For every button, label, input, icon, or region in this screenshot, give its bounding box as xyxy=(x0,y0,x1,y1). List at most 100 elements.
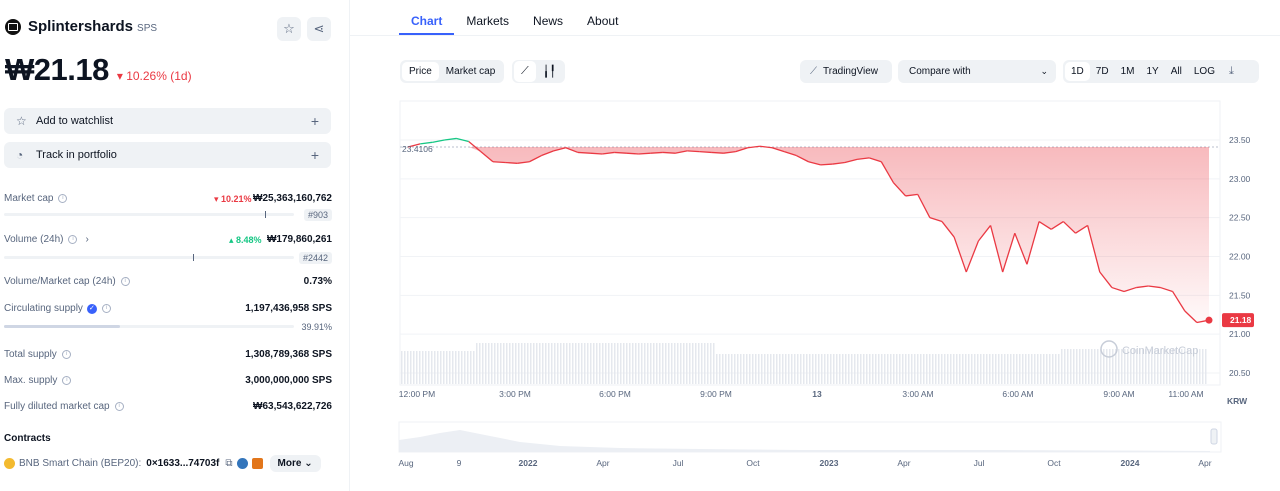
volume-bar xyxy=(626,343,628,384)
price-line-segment xyxy=(577,151,591,154)
volume-bar xyxy=(785,354,787,384)
volume-bar xyxy=(986,354,988,384)
volume-bar xyxy=(788,354,790,384)
volume-bar xyxy=(458,351,460,384)
volume-bar xyxy=(578,343,580,384)
volume-bar xyxy=(977,354,979,384)
volume-bar xyxy=(809,354,811,384)
price-chart[interactable]: 23.50 23.00 22.50 22.00 21.50 21.00 20.50 KRW 12… xyxy=(0,0,1280,491)
volume-bar xyxy=(1091,349,1093,384)
volume-bar xyxy=(743,354,745,384)
volume-bar xyxy=(959,354,961,384)
volume-bar xyxy=(467,351,469,384)
volume-bar xyxy=(722,354,724,384)
y-tick-label: 22.50 xyxy=(1229,213,1251,223)
price-line-segment xyxy=(492,161,506,164)
volume-bar xyxy=(659,343,661,384)
volume-bar xyxy=(944,354,946,384)
volume-bar xyxy=(677,343,679,384)
volume-bar xyxy=(926,354,928,384)
volume-bar xyxy=(485,343,487,384)
volume-bar xyxy=(767,354,769,384)
volume-bar xyxy=(1040,354,1042,384)
volume-bar xyxy=(515,343,517,384)
volume-bar xyxy=(737,354,739,384)
volume-bar xyxy=(638,343,640,384)
volume-bar xyxy=(470,351,472,384)
volume-bar xyxy=(446,351,448,384)
volume-bar xyxy=(1106,349,1108,384)
navigator-tick-label: Apr xyxy=(596,458,609,468)
volume-bar xyxy=(464,351,466,384)
volume-bar xyxy=(887,354,889,384)
volume-bar xyxy=(566,343,568,384)
volume-bar xyxy=(617,343,619,384)
volume-bar xyxy=(995,354,997,384)
volume-bar xyxy=(419,351,421,384)
volume-bar xyxy=(800,354,802,384)
price-line-segment xyxy=(468,141,482,153)
volume-bar xyxy=(776,354,778,384)
x-tick-label: 9:00 AM xyxy=(1103,389,1134,399)
volume-bar xyxy=(503,343,505,384)
last-price-label: 21.18 xyxy=(1230,315,1252,325)
volume-bar xyxy=(1079,349,1081,384)
price-line-segment xyxy=(699,151,712,154)
volume-bar xyxy=(857,354,859,384)
volume-bar xyxy=(890,354,892,384)
volume-bar xyxy=(884,354,886,384)
volume-bar xyxy=(413,351,415,384)
volume-bar xyxy=(509,343,511,384)
volume-bar xyxy=(482,343,484,384)
volume-bar xyxy=(1007,354,1009,384)
volume-bar xyxy=(491,343,493,384)
volume-bar xyxy=(812,354,814,384)
volume-bar xyxy=(848,354,850,384)
y-tick-label: 21.00 xyxy=(1229,329,1251,339)
volume-bar xyxy=(728,354,730,384)
volume-bar xyxy=(548,343,550,384)
volume-bar xyxy=(1202,349,1204,384)
volume-bar xyxy=(713,343,715,384)
price-line-segment xyxy=(687,150,700,153)
volume-bar xyxy=(437,351,439,384)
volume-bar xyxy=(878,354,880,384)
volume-bar xyxy=(998,354,1000,384)
price-line-segment xyxy=(820,163,833,166)
volume-bar xyxy=(869,354,871,384)
volume-bar xyxy=(773,354,775,384)
volume-bar xyxy=(932,354,934,384)
volume-bar xyxy=(824,354,826,384)
volume-bar xyxy=(971,354,973,384)
price-line-segment xyxy=(638,152,651,155)
y-tick-label: 20.50 xyxy=(1229,368,1251,378)
volume-bar xyxy=(1067,349,1069,384)
volume-bar xyxy=(974,354,976,384)
volume-bar xyxy=(881,354,883,384)
volume-bar xyxy=(575,343,577,384)
x-tick-label: 13 xyxy=(812,389,822,399)
volume-bar xyxy=(968,354,970,384)
volume-bar xyxy=(686,343,688,384)
volume-bar xyxy=(710,343,712,384)
volume-bar xyxy=(1082,349,1084,384)
volume-bar xyxy=(983,354,985,384)
volume-bar xyxy=(506,343,508,384)
volume-bar xyxy=(1118,349,1120,384)
volume-bar xyxy=(560,343,562,384)
volume-bar xyxy=(629,343,631,384)
volume-bar xyxy=(1073,349,1075,384)
volume-bar xyxy=(1052,354,1054,384)
volume-bar xyxy=(740,354,742,384)
navigator-tick-label: Oct xyxy=(1047,458,1061,468)
y-tick-label: 23.00 xyxy=(1229,174,1251,184)
volume-bar xyxy=(533,343,535,384)
volume-bar xyxy=(530,343,532,384)
x-tick-label: 9:00 PM xyxy=(700,389,732,399)
volume-bar xyxy=(836,354,838,384)
navigator-handle xyxy=(1210,428,1218,445)
volume-bar xyxy=(1088,349,1090,384)
volume-bar xyxy=(854,354,856,384)
volume-bar xyxy=(1100,349,1102,384)
volume-bar xyxy=(461,351,463,384)
